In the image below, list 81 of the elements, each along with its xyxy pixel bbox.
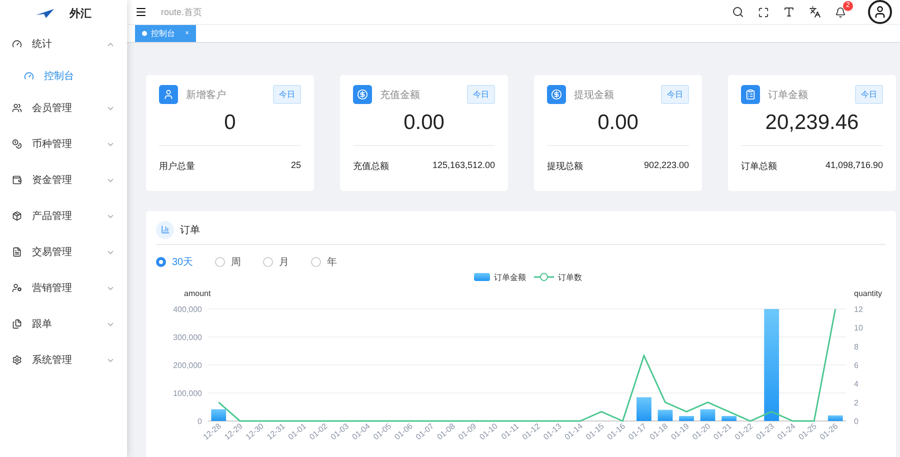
bell-icon[interactable] [835,6,846,18]
total-label: 订单总额 [741,160,777,173]
period-radio[interactable]: 年 [311,255,338,269]
stat-value: 0 [223,111,237,135]
legend-label: 订单数 [558,273,582,282]
brand-name: 外汇 [70,6,92,20]
y-axis-title: amount [184,289,211,298]
period-radio[interactable]: 周 [215,255,242,269]
stat-value: 0.00 [402,111,446,135]
axis-tick-label: 10 [854,324,863,333]
chart-bar [700,409,716,421]
sidebar-menu-item[interactable]: 资金管理 [0,162,127,198]
wallet-icon [12,175,22,185]
axis-tick-label: 8 [854,342,858,352]
total-label: 用户总量 [159,160,195,173]
package-icon [12,211,22,221]
files-icon [12,319,22,329]
gear-icon [12,355,22,365]
total-value: 902,223.00 [644,160,689,172]
fullscreen-icon[interactable] [758,6,769,18]
sidebar-menu-item[interactable]: 产品管理 [0,198,127,234]
period-tag: 今日 [661,85,689,104]
period-tag: 今日 [467,85,495,104]
stat-value: 0.00 [596,111,640,135]
user-gear-icon [12,283,22,293]
wing-logo-icon [36,8,54,18]
axis-tick-label: 0 [854,417,858,426]
search-icon[interactable] [732,6,744,18]
menu-icon[interactable] [135,6,147,18]
axis-tick-label: 0 [198,417,202,426]
sidebar-menu-item[interactable]: 币种管理 [0,126,127,162]
chart-bar [679,416,694,421]
axis-tick-label: 400,000 [173,305,202,314]
coins-icon [12,139,22,149]
sidebar-menu-item[interactable]: 统计 [0,26,127,62]
card-title: 订单金额 [768,88,809,102]
axis-tick-label: 100,000 [173,389,202,398]
total-value: 125,163,512.00 [432,160,495,172]
chart-legend-item[interactable]: 订单金额 [474,273,526,282]
total-label: 充值总额 [353,160,389,173]
card-title: 新增客户 [186,88,227,102]
stat-value: 20,239.46 [764,111,860,135]
font-size-icon[interactable] [783,6,795,18]
card-title: 提现金额 [574,88,615,102]
gauge-icon [24,71,34,81]
chart-bar [636,397,652,421]
clipboard-icon [741,85,760,104]
chart-bar [211,409,226,421]
document-icon [12,247,22,257]
chart-legend-item[interactable]: 订单数 [534,273,582,282]
period-radio[interactable]: 月 [263,255,290,269]
user-icon [159,85,178,104]
axis-tick-label: 2 [854,398,858,408]
axis-tick-label: 4 [854,380,858,389]
y-axis-title: quantity [854,289,882,298]
sidebar-menu-item[interactable]: 跟单 [0,306,127,342]
sidebar-menu-item[interactable]: 系统管理 [0,342,127,378]
sidebar-menu-item[interactable]: 营销管理 [0,270,127,306]
axis-tick-label: 200,000 [173,361,202,370]
translate-icon[interactable] [809,6,821,18]
axis-tick-label: 12 [854,305,863,314]
axis-tick-label: 300,000 [173,333,202,342]
panel-title: 订单 [180,224,200,236]
bar-chart-icon [156,220,174,238]
total-label: 提现总额 [547,160,583,173]
users-icon [12,103,22,113]
chart-bar [658,410,673,421]
card-title: 充值金额 [380,88,421,102]
legend-label: 订单金额 [494,273,526,282]
axis-tick-label: 6 [854,361,858,370]
total-value: 25 [290,160,301,172]
sidebar-menu-item[interactable]: 交易管理 [0,234,127,270]
sidebar-submenu-item[interactable]: 控制台 [0,62,127,90]
chart-bar [828,415,843,421]
period-tag: 今日 [855,85,883,104]
gauge-icon [12,39,22,49]
breadcrumb: route.首页 [161,6,204,18]
period-tag: 今日 [273,85,301,104]
total-value: 41,098,716.90 [825,160,883,172]
sidebar-menu-item[interactable]: 会员管理 [0,90,127,126]
chart-bar [722,416,736,421]
